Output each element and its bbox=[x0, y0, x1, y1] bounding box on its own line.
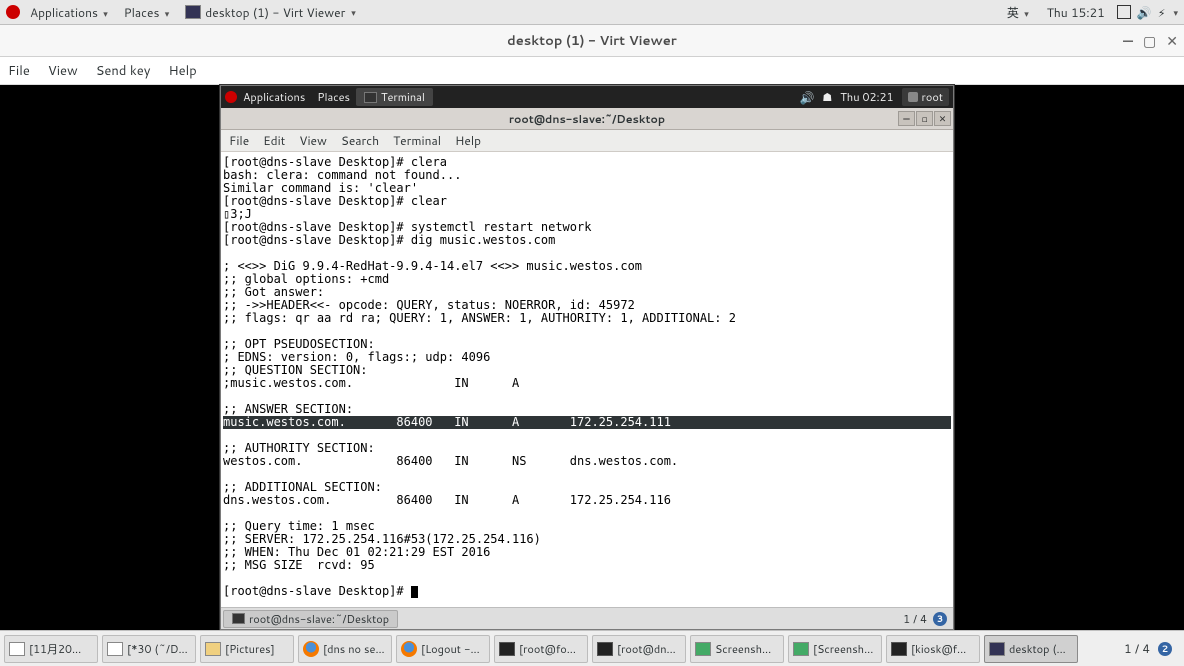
taskbar-label: [dns no se... bbox=[323, 641, 385, 657]
terminal-menubar: File Edit View Search Terminal Help bbox=[221, 130, 953, 152]
close-button[interactable]: ✕ bbox=[1166, 31, 1178, 51]
guest-user-menu[interactable]: root bbox=[902, 88, 949, 106]
guest-applications-menu[interactable]: Applications bbox=[237, 89, 311, 105]
host-taskbar-item[interactable]: [root@fo... bbox=[494, 635, 588, 663]
guest-taskbar-item[interactable]: root@dns-slave:~/Desktop bbox=[223, 610, 398, 628]
volume-icon[interactable] bbox=[799, 89, 814, 106]
taskbar-label: [11月20... bbox=[29, 641, 81, 657]
term-menu-view[interactable]: View bbox=[299, 132, 327, 149]
term-menu-help[interactable]: Help bbox=[455, 132, 481, 149]
screenshot-icon bbox=[793, 642, 809, 656]
terminal-window: root@dns-slave:~/Desktop — ▫ ✕ File Edit… bbox=[221, 108, 953, 607]
ff-icon bbox=[401, 641, 417, 657]
terminal-minimize-button[interactable]: — bbox=[898, 111, 915, 126]
virt-viewer-menubar: File View Send key Help bbox=[0, 57, 1184, 85]
virt-viewer-icon bbox=[185, 5, 201, 19]
terminal-maximize-button[interactable]: ▫ bbox=[916, 111, 933, 126]
taskbar-label: [*30 (~/D... bbox=[127, 641, 188, 657]
term-icon bbox=[891, 642, 907, 656]
term-menu-terminal[interactable]: Terminal bbox=[393, 132, 441, 149]
host-workspace-indicator[interactable]: 1 / 4 bbox=[1124, 640, 1150, 657]
host-taskbar-item[interactable]: [*30 (~/D... bbox=[102, 635, 196, 663]
vv-icon bbox=[989, 642, 1005, 656]
ff-icon bbox=[303, 641, 319, 657]
guest-desktop: Applications Places Terminal Thu 02:21 r… bbox=[220, 85, 954, 630]
taskbar-label: [Logout -... bbox=[421, 641, 480, 657]
doc-icon bbox=[9, 642, 25, 656]
terminal-icon bbox=[364, 92, 377, 103]
guest-workspace-dot[interactable]: 3 bbox=[933, 612, 947, 626]
term-menu-file[interactable]: File bbox=[229, 132, 249, 149]
minimize-button[interactable]: — bbox=[1123, 31, 1133, 51]
terminal-title: root@dns-slave:~/Desktop bbox=[509, 111, 665, 127]
terminal-close-button[interactable]: ✕ bbox=[934, 111, 951, 126]
host-applications-menu[interactable]: Applications ▾ bbox=[24, 4, 114, 21]
battery-icon[interactable] bbox=[1158, 4, 1166, 21]
host-active-window[interactable]: desktop (1) - Virt Viewer ▾ bbox=[179, 4, 362, 21]
accessibility-icon[interactable] bbox=[1117, 5, 1131, 19]
term-menu-edit[interactable]: Edit bbox=[263, 132, 285, 149]
taskbar-label: [kiosk@f... bbox=[911, 641, 966, 657]
virt-viewer-titlebar[interactable]: desktop (1) - Virt Viewer — ▢ ✕ bbox=[0, 25, 1184, 57]
vv-menu-sendkey[interactable]: Send key bbox=[96, 62, 151, 80]
volume-icon[interactable] bbox=[1137, 4, 1152, 21]
host-taskbar-item[interactable]: [Pictures] bbox=[200, 635, 294, 663]
host-clock[interactable]: Thu 15:21 bbox=[1041, 4, 1111, 21]
guest-workspace-indicator[interactable]: 1 / 4 bbox=[903, 611, 927, 627]
host-workspace-dot[interactable]: 2 bbox=[1158, 642, 1172, 656]
term-icon bbox=[499, 642, 515, 656]
vv-menu-view[interactable]: View bbox=[48, 62, 78, 80]
guest-places-menu[interactable]: Places bbox=[311, 89, 356, 105]
terminal-highlighted-line: music.westos.com. 86400 IN A 172.25.254.… bbox=[223, 416, 951, 429]
user-icon bbox=[908, 92, 918, 102]
guest-clock[interactable]: Thu 02:21 bbox=[840, 89, 893, 105]
term-menu-search[interactable]: Search bbox=[341, 132, 379, 149]
taskbar-label: [root@fo... bbox=[519, 641, 576, 657]
host-places-menu[interactable]: Places ▾ bbox=[118, 4, 176, 21]
host-taskbar-item[interactable]: desktop (... bbox=[984, 635, 1078, 663]
virt-viewer-window: desktop (1) - Virt Viewer — ▢ ✕ File Vie… bbox=[0, 25, 1184, 630]
host-taskbar-item[interactable]: [dns no se... bbox=[298, 635, 392, 663]
term-icon bbox=[597, 642, 613, 656]
host-taskbar-item[interactable]: [Screensh... bbox=[788, 635, 882, 663]
host-bottom-panel: [11月20... [*30 (~/D... [Pictures] [dns no s… bbox=[0, 630, 1184, 666]
taskbar-label: [Screensh... bbox=[813, 641, 873, 657]
guest-active-task[interactable]: Terminal bbox=[356, 88, 433, 106]
virt-viewer-title: desktop (1) - Virt Viewer bbox=[507, 32, 677, 50]
host-taskbar-item[interactable]: Screensh... bbox=[690, 635, 784, 663]
guest-bottom-panel: root@dns-slave:~/Desktop 1 / 4 3 bbox=[221, 607, 953, 629]
maximize-button[interactable]: ▢ bbox=[1143, 31, 1156, 51]
vv-menu-help[interactable]: Help bbox=[168, 62, 196, 80]
redhat-icon bbox=[225, 91, 237, 103]
screenshot-icon bbox=[695, 642, 711, 656]
folder-icon bbox=[205, 642, 221, 656]
terminal-titlebar[interactable]: root@dns-slave:~/Desktop — ▫ ✕ bbox=[221, 108, 953, 130]
vv-menu-file[interactable]: File bbox=[8, 62, 30, 80]
chevron-down-icon: ▾ bbox=[351, 6, 356, 19]
taskbar-label: desktop (... bbox=[1009, 641, 1066, 657]
terminal-cursor bbox=[411, 586, 418, 598]
taskbar-label: [Pictures] bbox=[225, 641, 275, 657]
chevron-down-icon[interactable]: ▾ bbox=[1173, 6, 1178, 19]
terminal-output[interactable]: [root@dns-slave Desktop]# clera bash: cl… bbox=[221, 152, 953, 607]
taskbar-label: Screensh... bbox=[715, 641, 771, 657]
network-icon[interactable] bbox=[822, 89, 832, 105]
terminal-icon bbox=[232, 613, 245, 624]
host-top-panel: Applications ▾ Places ▾ desktop (1) - Vi… bbox=[0, 0, 1184, 25]
redhat-icon bbox=[6, 5, 20, 19]
taskbar-label: [root@dn... bbox=[617, 641, 676, 657]
chevron-down-icon: ▾ bbox=[103, 7, 108, 20]
guest-top-panel: Applications Places Terminal Thu 02:21 r… bbox=[221, 86, 953, 108]
host-taskbar-item[interactable]: [root@dn... bbox=[592, 635, 686, 663]
doc-icon bbox=[107, 642, 123, 656]
host-taskbar-item[interactable]: [11月20... bbox=[4, 635, 98, 663]
ime-indicator[interactable]: 英 ▾ bbox=[1001, 4, 1035, 21]
host-taskbar-item[interactable]: [Logout -... bbox=[396, 635, 490, 663]
host-taskbar-item[interactable]: [kiosk@f... bbox=[886, 635, 980, 663]
chevron-down-icon: ▾ bbox=[165, 7, 170, 20]
